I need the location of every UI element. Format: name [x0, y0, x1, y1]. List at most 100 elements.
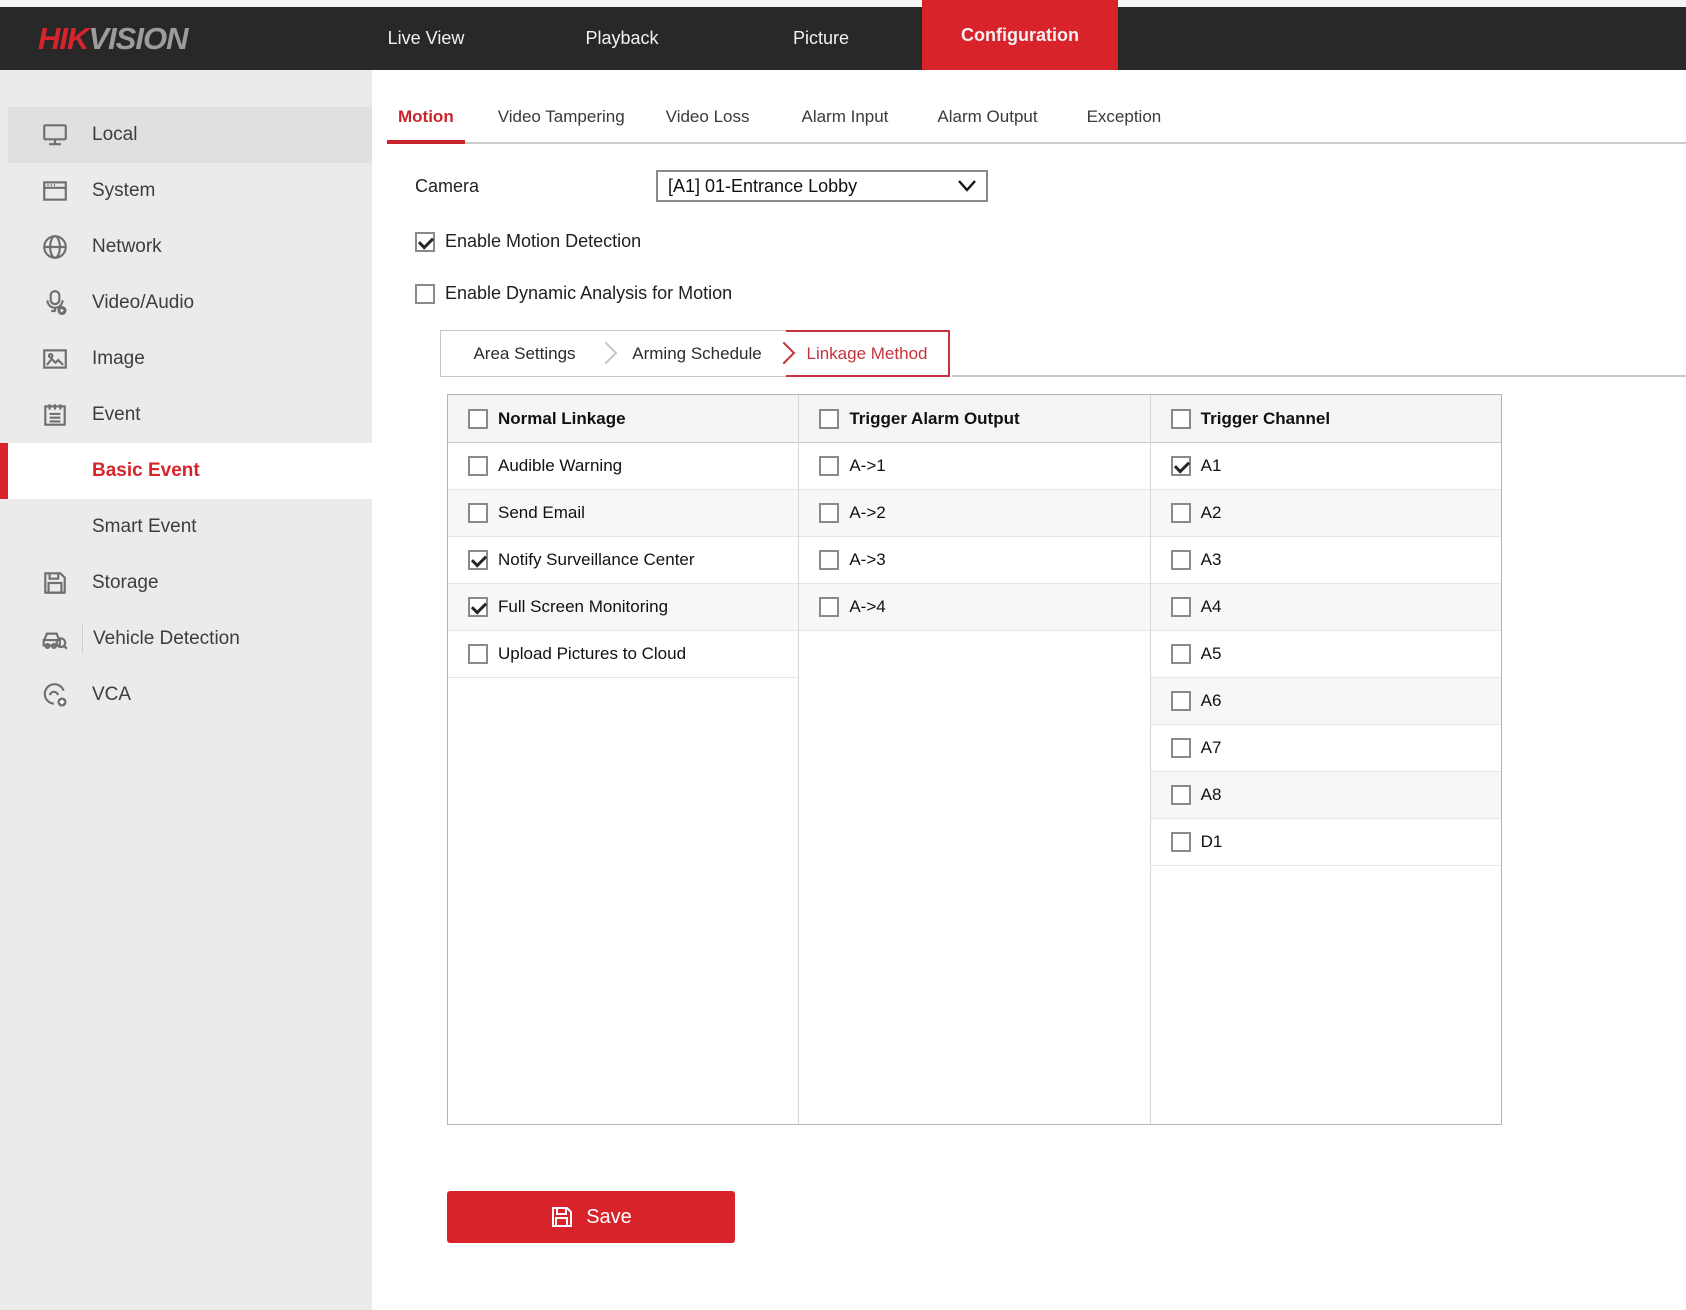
table-row[interactable]: A1 [1151, 443, 1501, 490]
active-indicator-bar [0, 443, 8, 499]
enable-motion-detection-checkbox[interactable] [415, 232, 435, 252]
alarm-output-4-checkbox[interactable] [819, 597, 839, 617]
table-row[interactable]: A->3 [799, 537, 1149, 584]
sidebar-item-label: Video/Audio [92, 292, 194, 314]
enable-dynamic-analysis-row[interactable]: Enable Dynamic Analysis for Motion [415, 283, 732, 304]
logo-part-gray: VISION [88, 21, 187, 57]
notepad-icon [40, 400, 70, 430]
alarm-output-1-checkbox[interactable] [819, 456, 839, 476]
tab-exception[interactable]: Exception [1087, 94, 1162, 144]
sidebar-item-image[interactable]: Image [8, 331, 372, 387]
enable-motion-detection-row[interactable]: Enable Motion Detection [415, 231, 641, 252]
tab-motion[interactable]: Motion [398, 94, 454, 144]
sidebar-item-vca[interactable]: VCA [8, 667, 372, 723]
enable-dynamic-analysis-checkbox[interactable] [415, 284, 435, 304]
sidebar-item-label: Local [92, 124, 137, 146]
table-row[interactable]: A7 [1151, 725, 1501, 772]
sidebar-item-vehicle-detection[interactable]: Vehicle Detection [8, 611, 372, 667]
camera-select-value: [A1] 01-Entrance Lobby [668, 176, 958, 197]
sidebar-item-video-audio[interactable]: Video/Audio [8, 275, 372, 331]
column-header-label: Normal Linkage [498, 409, 626, 429]
sidebar-item-label: Storage [92, 572, 159, 594]
sidebar-item-local[interactable]: Local [8, 107, 372, 163]
channel-a8-checkbox[interactable] [1171, 785, 1191, 805]
save-button[interactable]: Save [447, 1191, 735, 1243]
sidebar-item-network[interactable]: Network [8, 219, 372, 275]
alarm-output-2-checkbox[interactable] [819, 503, 839, 523]
normal-linkage-items: Audible Warning Send Email Notify Survei… [448, 443, 798, 678]
subtab-linkage-method[interactable]: Linkage Method [786, 330, 950, 377]
cell-label: A4 [1201, 597, 1222, 617]
normal-linkage-header-checkbox[interactable] [468, 409, 488, 429]
enable-motion-detection-label: Enable Motion Detection [445, 231, 641, 252]
settings-step-tabs: Area Settings Arming Schedule Linkage Me… [440, 330, 950, 377]
table-row[interactable]: Upload Pictures to Cloud [448, 631, 798, 678]
camera-select[interactable]: [A1] 01-Entrance Lobby [656, 170, 988, 202]
channel-a4-checkbox[interactable] [1171, 597, 1191, 617]
sidebar-item-label: Basic Event [92, 460, 200, 482]
send-email-checkbox[interactable] [468, 503, 488, 523]
notify-surveillance-center-checkbox[interactable] [468, 550, 488, 570]
enable-dynamic-analysis-label: Enable Dynamic Analysis for Motion [445, 283, 732, 304]
trigger-alarm-output-items: A->1 A->2 A->3 A->4 [799, 443, 1149, 631]
table-row[interactable]: A5 [1151, 631, 1501, 678]
cell-label: A6 [1201, 691, 1222, 711]
save-button-label: Save [586, 1206, 632, 1229]
sidebar-item-smart-event[interactable]: Smart Event [8, 499, 372, 555]
sidebar-item-system[interactable]: System [8, 163, 372, 219]
monitor-icon [40, 120, 70, 150]
sidebar-item-basic-event[interactable]: Basic Event [8, 443, 372, 499]
channel-a1-checkbox[interactable] [1171, 456, 1191, 476]
tab-video-loss[interactable]: Video Loss [666, 94, 750, 144]
tab-alarm-input[interactable]: Alarm Input [801, 94, 888, 144]
sidebar-item-label: System [92, 180, 155, 202]
table-row[interactable]: A->2 [799, 490, 1149, 537]
sidebar-item-label: VCA [92, 684, 131, 706]
channel-a6-checkbox[interactable] [1171, 691, 1191, 711]
channel-a2-checkbox[interactable] [1171, 503, 1191, 523]
table-row[interactable]: Full Screen Monitoring [448, 584, 798, 631]
logo-part-red: HIK [38, 21, 88, 57]
nav-configuration[interactable]: Configuration [922, 0, 1118, 70]
tab-video-tampering[interactable]: Video Tampering [498, 94, 625, 144]
nav-picture[interactable]: Picture [776, 7, 866, 70]
trigger-channel-header-checkbox[interactable] [1171, 409, 1191, 429]
nav-live-view[interactable]: Live View [376, 7, 476, 70]
cell-label: A->2 [849, 503, 885, 523]
table-row[interactable]: Audible Warning [448, 443, 798, 490]
subtab-area-settings[interactable]: Area Settings [440, 330, 608, 377]
full-screen-monitoring-checkbox[interactable] [468, 597, 488, 617]
table-row[interactable]: D1 [1151, 819, 1501, 866]
column-header-label: Trigger Alarm Output [849, 409, 1019, 429]
channel-a3-checkbox[interactable] [1171, 550, 1191, 570]
table-row[interactable]: Notify Surveillance Center [448, 537, 798, 584]
sidebar-item-event[interactable]: Event [8, 387, 372, 443]
channel-d1-checkbox[interactable] [1171, 832, 1191, 852]
trigger-alarm-output-header-checkbox[interactable] [819, 409, 839, 429]
table-row[interactable]: A8 [1151, 772, 1501, 819]
sidebar-item-label: Smart Event [92, 516, 197, 538]
sidebar: Local System Network Video/Audio Image [0, 70, 372, 1310]
channel-a7-checkbox[interactable] [1171, 738, 1191, 758]
sidebar-item-storage[interactable]: Storage [8, 555, 372, 611]
tab-alarm-output[interactable]: Alarm Output [937, 94, 1037, 144]
table-row[interactable]: Send Email [448, 490, 798, 537]
audible-warning-checkbox[interactable] [468, 456, 488, 476]
alarm-output-3-checkbox[interactable] [819, 550, 839, 570]
hikvision-logo: HIKVISION [38, 7, 187, 70]
nav-playback[interactable]: Playback [572, 7, 672, 70]
sidebar-item-label: Vehicle Detection [93, 628, 240, 650]
upload-pictures-cloud-checkbox[interactable] [468, 644, 488, 664]
table-row[interactable]: A4 [1151, 584, 1501, 631]
table-row[interactable]: A3 [1151, 537, 1501, 584]
cell-label: A8 [1201, 785, 1222, 805]
sidebar-item-label: Network [92, 236, 162, 258]
top-navbar: HIKVISION Live View Playback Picture Con… [0, 7, 1686, 70]
table-row[interactable]: A->1 [799, 443, 1149, 490]
trigger-alarm-output-column: Trigger Alarm Output A->1 A->2 A->3 [798, 395, 1149, 1124]
table-row[interactable]: A2 [1151, 490, 1501, 537]
channel-a5-checkbox[interactable] [1171, 644, 1191, 664]
table-row[interactable]: A6 [1151, 678, 1501, 725]
subtab-arming-schedule[interactable]: Arming Schedule [608, 330, 786, 377]
table-row[interactable]: A->4 [799, 584, 1149, 631]
